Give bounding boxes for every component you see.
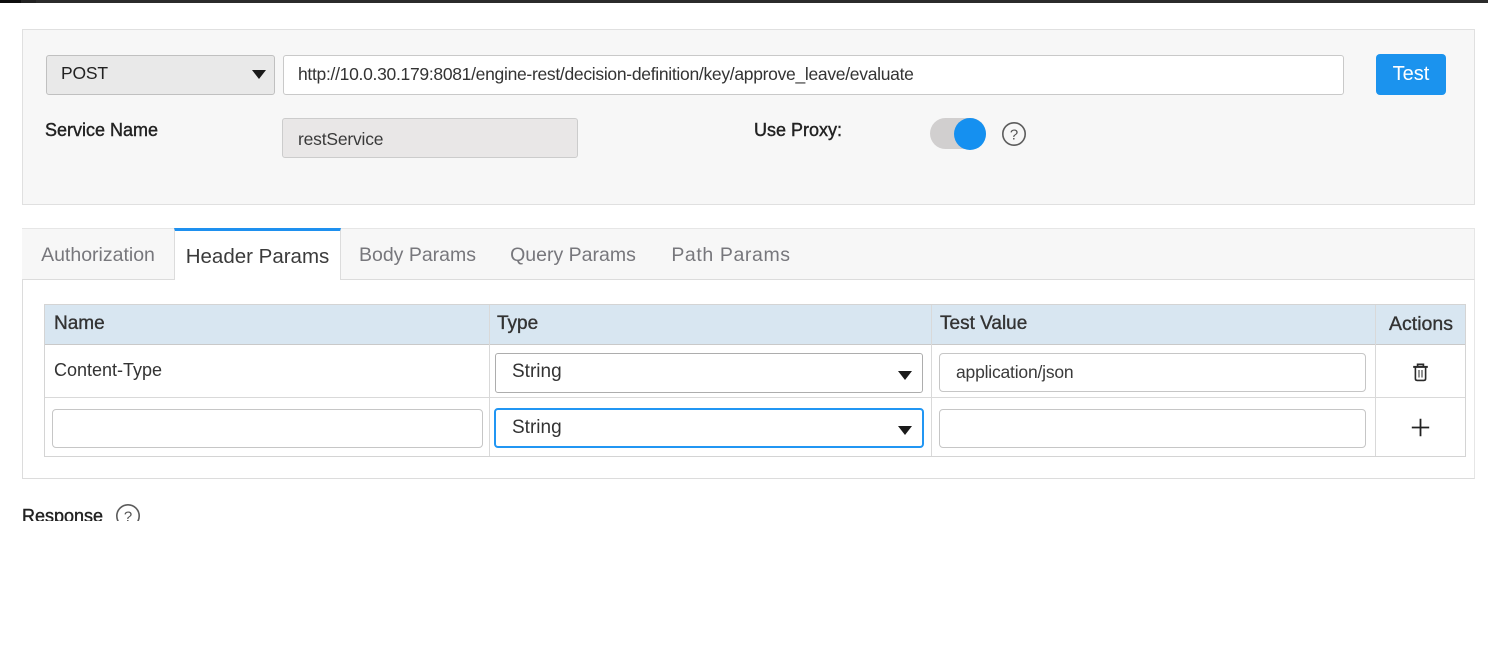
svg-text:?: ? — [1010, 126, 1018, 143]
svg-text:?: ? — [124, 508, 132, 521]
